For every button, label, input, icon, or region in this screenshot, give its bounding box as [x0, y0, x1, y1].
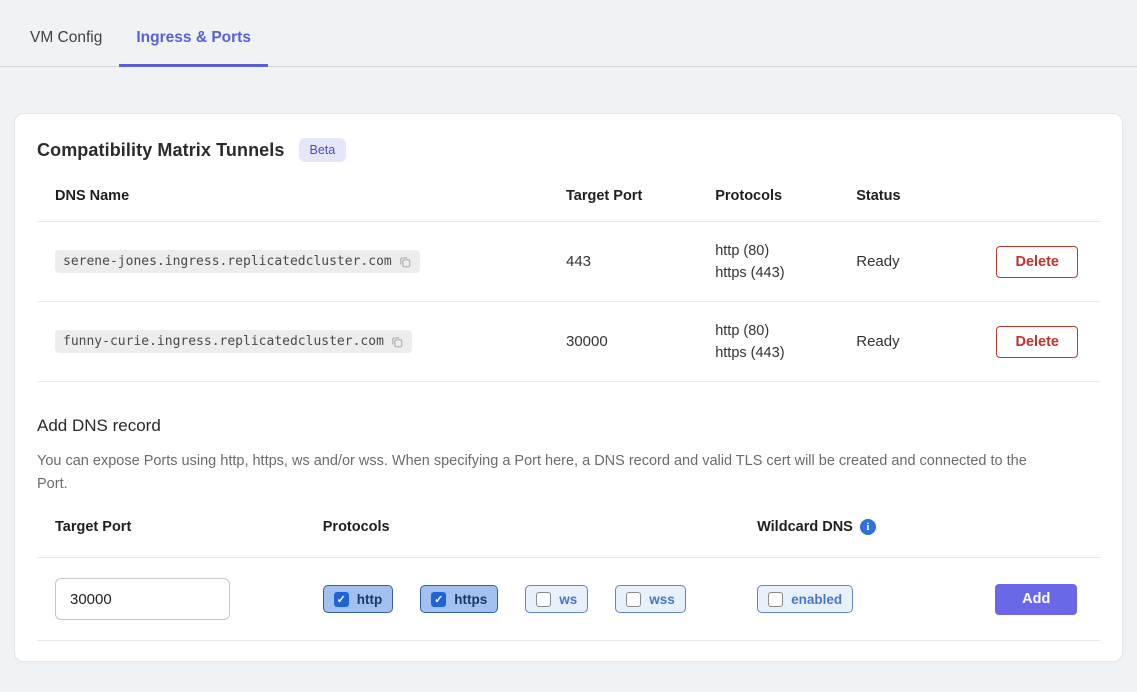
info-icon[interactable]: i: [860, 519, 876, 535]
add-button[interactable]: Add: [995, 584, 1077, 615]
protocol-line: http (80): [715, 320, 856, 342]
protocol-label: wss: [649, 592, 675, 607]
row-target-port: 443: [566, 253, 715, 270]
dns-name-text: serene-jones.ingress.replicatedcluster.c…: [63, 254, 392, 269]
tab-vm-config[interactable]: VM Config: [13, 15, 119, 67]
protocol-label: https: [454, 592, 487, 607]
checkbox-icon: [334, 592, 349, 607]
protocol-pill-group: http https ws wss: [323, 585, 757, 613]
dns-name-pill: funny-curie.ingress.replicatedcluster.co…: [55, 330, 412, 353]
dns-name-text: funny-curie.ingress.replicatedcluster.co…: [63, 334, 384, 349]
row-target-port: 30000: [566, 333, 715, 350]
delete-button[interactable]: Delete: [996, 246, 1078, 278]
header-protocols: Protocols: [715, 188, 856, 204]
beta-badge: Beta: [299, 138, 347, 162]
checkbox-icon: [536, 592, 551, 607]
protocol-checkbox-https[interactable]: https: [420, 585, 498, 613]
protocol-line: http (80): [715, 240, 856, 262]
protocol-label: http: [357, 592, 382, 607]
wildcard-dns-label: Wildcard DNS: [757, 519, 853, 535]
protocol-checkbox-wss[interactable]: wss: [615, 585, 686, 613]
checkbox-icon: [626, 592, 641, 607]
protocol-checkbox-http[interactable]: http: [323, 585, 393, 613]
copy-icon[interactable]: [390, 335, 404, 349]
tunnels-card: Compatibility Matrix Tunnels Beta DNS Na…: [14, 113, 1123, 662]
checkbox-icon: [431, 592, 446, 607]
add-dns-description: You can expose Ports using http, https, …: [37, 450, 1057, 496]
delete-button[interactable]: Delete: [996, 326, 1078, 358]
form-header-protocols: Protocols: [323, 519, 757, 535]
card-title-row: Compatibility Matrix Tunnels Beta: [37, 138, 1100, 170]
tabbar: VM Config Ingress & Ports: [0, 0, 1137, 67]
table-header-row: DNS Name Target Port Protocols Status: [37, 170, 1100, 222]
table-row: funny-curie.ingress.replicatedcluster.co…: [37, 302, 1100, 382]
form-header-target-port: Target Port: [55, 519, 323, 535]
form-header-wildcard-dns: Wildcard DNS i: [757, 519, 995, 535]
add-dns-section: Add DNS record You can expose Ports usin…: [37, 382, 1100, 496]
header-dns-name: DNS Name: [55, 188, 566, 204]
wildcard-enabled-label: enabled: [791, 592, 842, 607]
wildcard-enabled-checkbox[interactable]: enabled: [757, 585, 853, 613]
header-target-port: Target Port: [566, 188, 715, 204]
row-status: Ready: [856, 253, 996, 270]
add-dns-title: Add DNS record: [37, 416, 1100, 436]
protocol-label: ws: [559, 592, 577, 607]
row-protocols: http (80) https (443): [715, 240, 856, 284]
header-status: Status: [856, 188, 996, 204]
tab-ingress-ports[interactable]: Ingress & Ports: [119, 15, 268, 67]
protocol-checkbox-ws[interactable]: ws: [525, 585, 588, 613]
protocol-line: https (443): [715, 342, 856, 364]
target-port-input[interactable]: [55, 578, 230, 620]
copy-icon[interactable]: [398, 255, 412, 269]
table-row: serene-jones.ingress.replicatedcluster.c…: [37, 222, 1100, 302]
form-header-row: Target Port Protocols Wildcard DNS i: [37, 496, 1100, 558]
protocol-line: https (443): [715, 262, 856, 284]
card-title: Compatibility Matrix Tunnels: [37, 140, 285, 161]
checkbox-icon: [768, 592, 783, 607]
dns-name-pill: serene-jones.ingress.replicatedcluster.c…: [55, 250, 420, 273]
row-protocols: http (80) https (443): [715, 320, 856, 364]
add-dns-form-row: http https ws wss enabled: [37, 558, 1100, 641]
row-status: Ready: [856, 333, 996, 350]
